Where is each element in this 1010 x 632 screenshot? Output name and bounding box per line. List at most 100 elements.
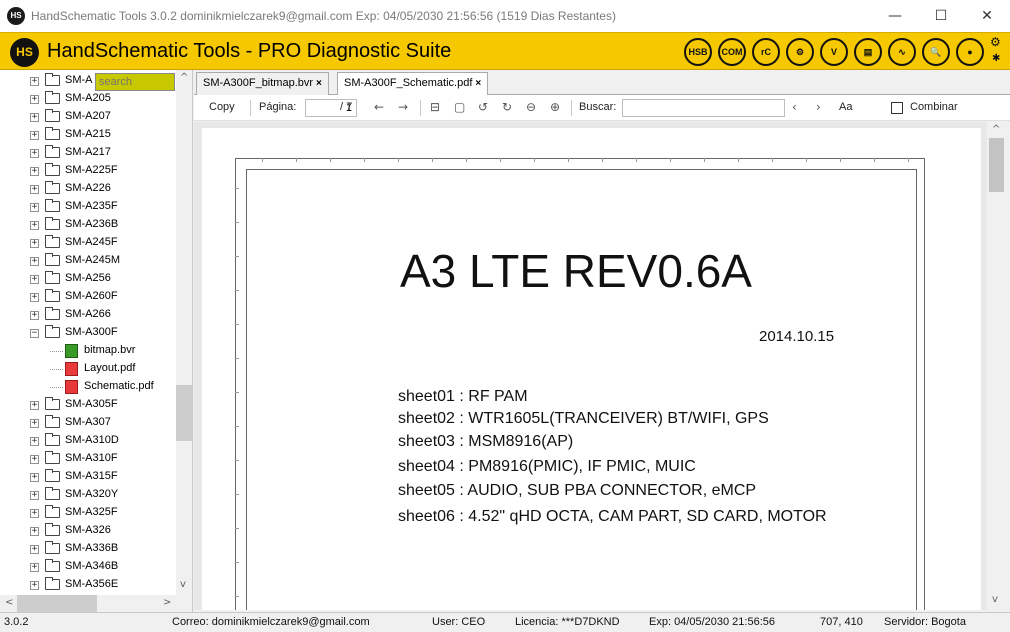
expand-icon[interactable]: + [30, 113, 39, 122]
copy-button[interactable]: Copy [209, 101, 235, 113]
tree-folder-item[interactable]: + SM-A225F [0, 162, 176, 180]
doc-scroll-up-icon[interactable]: ^ [992, 124, 1000, 135]
expand-icon[interactable]: + [30, 293, 39, 302]
tree-file-item[interactable]: Layout.pdf [0, 360, 176, 378]
tab-bitmap[interactable]: SM-A300F_bitmap.bvr × [196, 72, 329, 95]
expand-icon[interactable]: + [30, 167, 39, 176]
collapse-icon[interactable]: − [30, 329, 39, 338]
scroll-down-icon[interactable]: v [180, 579, 186, 590]
meter-icon[interactable]: V [820, 38, 848, 66]
tree-folder-item[interactable]: + SM-A325F [0, 504, 176, 522]
tree-folder-item[interactable]: + SM-A217 [0, 144, 176, 162]
close-button[interactable]: ✕ [964, 0, 1010, 32]
match-case-icon[interactable]: Aa [839, 101, 852, 113]
bug-icon[interactable]: ✱ [992, 53, 1000, 64]
doc-scroll-thumb[interactable] [989, 138, 1004, 192]
tree-folder-item[interactable]: + SM-A320Y [0, 486, 176, 504]
tree-folder-item[interactable]: + SM-A326 [0, 522, 176, 540]
expand-icon[interactable]: + [30, 185, 39, 194]
tree-folder-item[interactable]: + SM-A205 [0, 90, 176, 108]
tree-folder-item[interactable]: + SM-A207 [0, 108, 176, 126]
sidebar-scroll-thumb[interactable] [176, 385, 192, 441]
expand-icon[interactable]: + [30, 545, 39, 554]
tree-folder-item[interactable]: + SM-A235F [0, 198, 176, 216]
expand-icon[interactable]: + [30, 527, 39, 536]
minimize-button[interactable]: — [872, 0, 918, 32]
expand-icon[interactable]: + [30, 563, 39, 572]
tree-folder-item[interactable]: + SM-A305F [0, 396, 176, 414]
expand-icon[interactable]: + [30, 275, 39, 284]
scroll-up-icon[interactable]: ^ [180, 72, 188, 83]
expand-icon[interactable]: + [30, 455, 39, 464]
find-input[interactable] [622, 99, 785, 117]
expand-icon[interactable]: + [30, 221, 39, 230]
fit-page-icon[interactable]: ▢ [454, 100, 465, 114]
find-prev-icon[interactable]: ‹ [792, 100, 797, 114]
expand-icon[interactable]: + [30, 401, 39, 410]
expand-icon[interactable]: + [30, 581, 39, 590]
expand-icon[interactable]: + [30, 437, 39, 446]
tree-file-item[interactable]: Schematic.pdf [0, 378, 176, 396]
tab-close-icon[interactable]: × [475, 78, 481, 89]
expand-icon[interactable]: + [30, 509, 39, 518]
fit-width-icon[interactable]: ⊟ [430, 100, 440, 114]
tree-folder-item[interactable]: + SM-A307 [0, 414, 176, 432]
tree-folder-item[interactable]: + SM-A310D [0, 432, 176, 450]
tree-folder-item[interactable]: + SM-A346B [0, 558, 176, 576]
doc-scroll-down-icon[interactable]: v [992, 594, 998, 605]
tree-folder-item[interactable]: + SM-A336B [0, 540, 176, 558]
expand-icon[interactable]: + [30, 149, 39, 158]
scroll-left-icon[interactable]: < [5, 597, 13, 608]
expand-icon[interactable]: + [30, 203, 39, 212]
expand-icon[interactable]: + [30, 419, 39, 428]
rotate-right-icon[interactable]: ↻ [502, 100, 512, 114]
book-icon[interactable]: ▤ [854, 38, 882, 66]
expand-icon[interactable]: + [30, 95, 39, 104]
tree-folder-item[interactable]: + SM-A260F [0, 288, 176, 306]
document-vertical-scrollbar[interactable]: ^ v [987, 122, 1006, 610]
tree-folder-item[interactable]: + SM-A245M [0, 252, 176, 270]
expand-icon[interactable]: + [30, 491, 39, 500]
tree-file-item[interactable]: bitmap.bvr [0, 342, 176, 360]
waveform-icon[interactable]: ∿ [888, 38, 916, 66]
sidebar-vertical-scrollbar[interactable]: ^ v [176, 70, 192, 595]
scroll-right-icon[interactable]: > [163, 597, 171, 608]
tree-folder-item[interactable]: + SM-A310F [0, 450, 176, 468]
user-icon[interactable]: ● [956, 38, 984, 66]
tab-close-icon[interactable]: × [316, 78, 322, 89]
tree-folder-item[interactable]: − SM-A300F [0, 324, 176, 342]
expand-icon[interactable]: + [30, 77, 39, 86]
search-input[interactable] [95, 73, 175, 91]
document-viewer[interactable]: A3 LTE REV0.6A 2014.10.15 sheet01 : RF P… [194, 122, 987, 610]
expand-icon[interactable]: + [30, 239, 39, 248]
tree-folder-item[interactable]: + SM-A245F [0, 234, 176, 252]
expand-icon[interactable]: + [30, 131, 39, 140]
tree-folder-item[interactable]: + SM-A356E [0, 576, 176, 594]
document-search-icon[interactable]: 🔍 [922, 38, 950, 66]
tree-folder-item[interactable]: + SM-A256 [0, 270, 176, 288]
find-next-icon[interactable]: › [816, 100, 821, 114]
prev-page-icon[interactable]: ← [374, 100, 384, 114]
zoom-in-icon[interactable]: ⊕ [550, 100, 560, 114]
combine-checkbox[interactable] [891, 102, 903, 114]
expand-icon[interactable]: + [30, 311, 39, 320]
tree-folder-item[interactable]: + SM-A226 [0, 180, 176, 198]
settings-gear-icon[interactable]: ⚙ [990, 35, 1001, 49]
expand-icon[interactable]: + [30, 257, 39, 266]
tree-folder-item[interactable]: + SM-A315F [0, 468, 176, 486]
tool-icon[interactable]: ⚙ [786, 38, 814, 66]
sidebar-hscroll-thumb[interactable] [17, 595, 97, 612]
com-icon[interactable]: COM [718, 38, 746, 66]
sidebar-horizontal-scrollbar[interactable]: < > [0, 595, 192, 612]
next-page-icon[interactable]: → [398, 100, 408, 114]
tree-folder-item[interactable]: + SM-A266 [0, 306, 176, 324]
maximize-button[interactable]: ☐ [918, 0, 964, 32]
expand-icon[interactable]: + [30, 473, 39, 482]
tree-folder-item[interactable]: + SM-A236B [0, 216, 176, 234]
rc-scan-icon[interactable]: rC [752, 38, 780, 66]
tab-schematic[interactable]: SM-A300F_Schematic.pdf × [337, 72, 489, 95]
tree-folder-item[interactable]: + SM-A215 [0, 126, 176, 144]
hsb-icon[interactable]: HSB [684, 38, 712, 66]
zoom-out-icon[interactable]: ⊖ [526, 100, 536, 114]
rotate-left-icon[interactable]: ↺ [478, 100, 488, 114]
